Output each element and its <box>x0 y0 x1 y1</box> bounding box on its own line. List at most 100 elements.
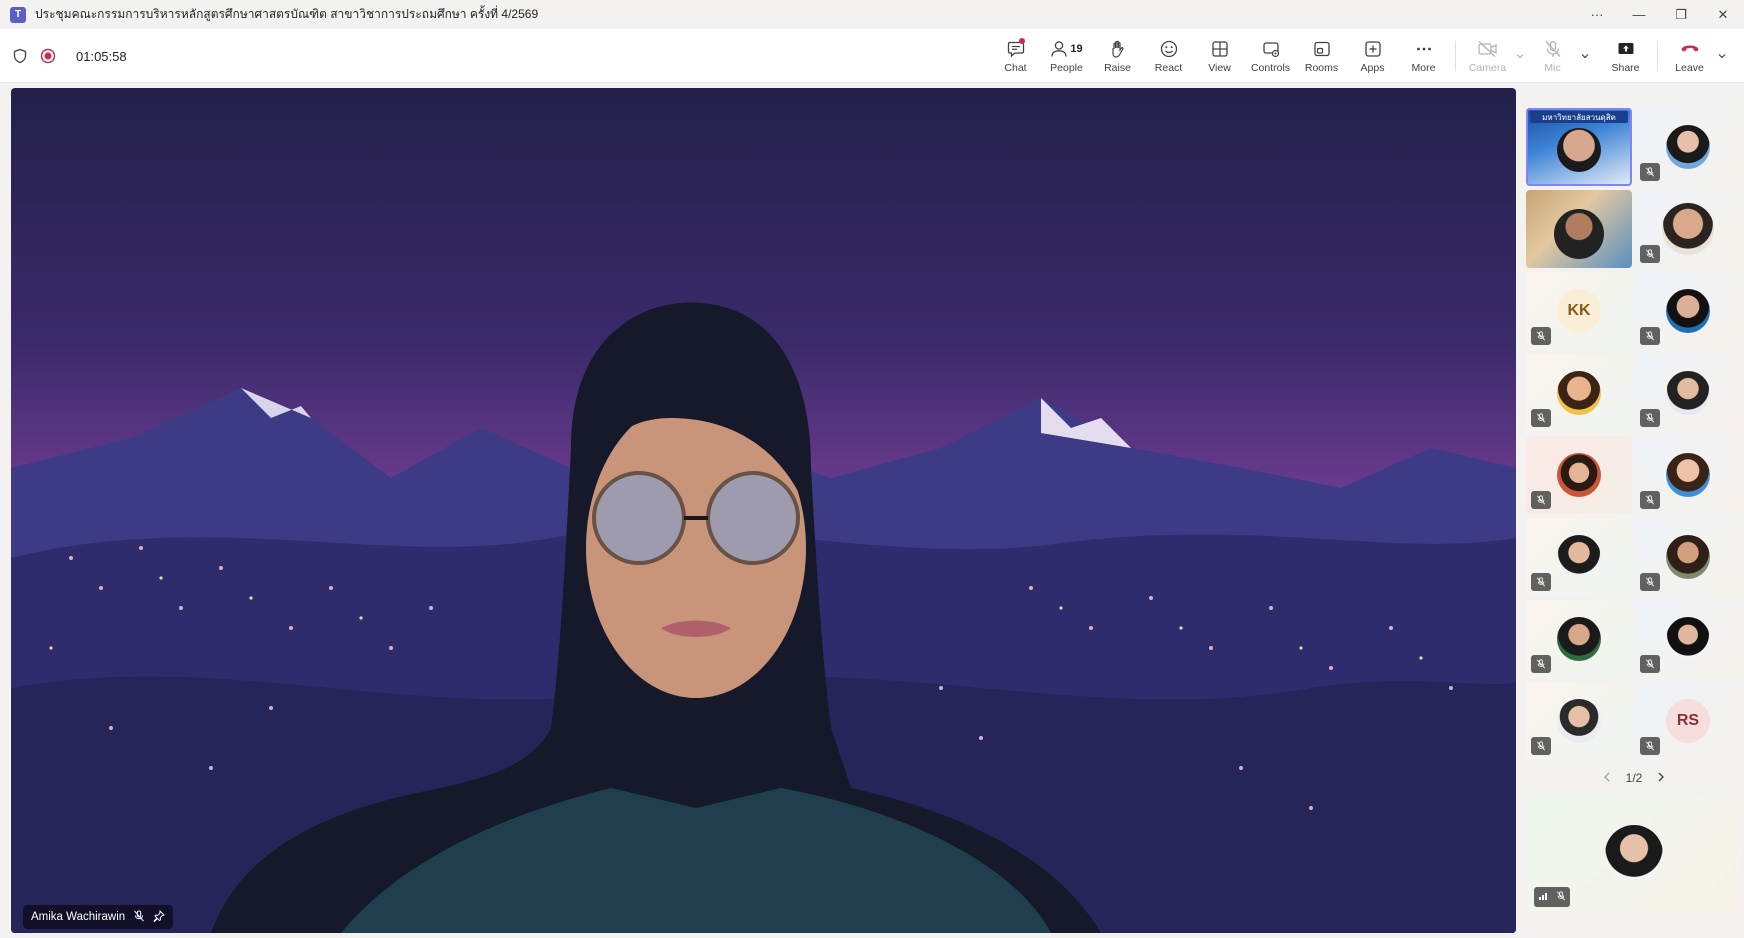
muted-mic-icon <box>1531 409 1551 427</box>
mic-options-chevron-icon[interactable] <box>1578 29 1592 83</box>
window-more-button[interactable]: ··· <box>1576 0 1618 29</box>
self-muted-mic-icon <box>1556 888 1566 906</box>
participant-tile[interactable] <box>1635 108 1741 186</box>
leave-label: Leave <box>1675 62 1704 74</box>
participant-tile[interactable] <box>1635 518 1741 596</box>
pin-icon[interactable] <box>153 909 165 925</box>
grid-view-icon <box>1210 38 1230 60</box>
speaker-mic-off-icon <box>133 910 145 925</box>
speaker-name: Amika Wachirawin <box>31 911 126 923</box>
muted-mic-icon <box>1640 245 1660 263</box>
react-button[interactable]: React <box>1143 29 1194 83</box>
view-button[interactable]: View <box>1194 29 1245 83</box>
muted-mic-icon <box>1640 491 1660 509</box>
avatar-initials: KK <box>1557 289 1601 333</box>
people-button[interactable]: 19 People <box>1041 29 1092 83</box>
window-controls: ··· — ❐ ✕ <box>1576 0 1744 29</box>
avatar <box>1666 371 1710 415</box>
controls-button[interactable]: Controls <box>1245 29 1296 83</box>
avatar <box>1666 617 1710 661</box>
participant-tile[interactable] <box>1526 436 1632 514</box>
participant-tile[interactable] <box>1526 600 1632 678</box>
leave-options-chevron-icon[interactable] <box>1715 29 1729 83</box>
self-avatar <box>1605 825 1663 883</box>
meeting-toolbar: 01:05:58 Chat 19 People Raise React View… <box>0 29 1744 83</box>
hand-icon <box>1108 38 1128 60</box>
participant-tile[interactable] <box>1635 436 1741 514</box>
raise-label: Raise <box>1104 62 1131 74</box>
title-bar: T ประชุมคณะกรรมการบริหารหลักสูตรศึกษาศาส… <box>0 0 1744 29</box>
participant-tile[interactable] <box>1635 190 1741 268</box>
window-title: ประชุมคณะกรรมการบริหารหลักสูตรศึกษาศาสตร… <box>35 7 539 21</box>
restore-button[interactable]: ❐ <box>1660 0 1702 29</box>
main-speaker-video[interactable]: Amika Wachirawin <box>11 88 1516 933</box>
recording-icon <box>40 48 56 64</box>
people-count: 19 <box>1070 43 1083 55</box>
previous-page-chevron-icon[interactable] <box>1602 771 1612 786</box>
mic-button[interactable]: Mic <box>1527 29 1578 83</box>
participant-tile[interactable] <box>1635 272 1741 350</box>
camera-off-icon <box>1477 38 1499 60</box>
participant-tile[interactable]: มหาวิทยาลัยสวนดุสิต <box>1526 108 1632 186</box>
controls-icon <box>1261 38 1281 60</box>
participant-video-face <box>1554 208 1604 259</box>
controls-label: Controls <box>1250 62 1291 74</box>
participant-tile[interactable] <box>1526 518 1632 596</box>
muted-mic-icon <box>1531 655 1551 673</box>
camera-options-chevron-icon[interactable] <box>1513 29 1527 83</box>
apps-button[interactable]: Apps <box>1347 29 1398 83</box>
muted-mic-icon <box>1640 327 1660 345</box>
avatar <box>1557 453 1601 497</box>
avatar <box>1557 617 1601 661</box>
muted-mic-icon <box>1640 573 1660 591</box>
mic-off-icon <box>1543 38 1563 60</box>
participant-tile[interactable] <box>1526 354 1632 432</box>
muted-mic-icon <box>1531 573 1551 591</box>
participant-tile[interactable] <box>1635 600 1741 678</box>
rooms-button[interactable]: Rooms <box>1296 29 1347 83</box>
rooms-icon <box>1312 38 1332 60</box>
avatar <box>1666 453 1710 497</box>
rooms-label: Rooms <box>1304 62 1339 74</box>
participant-grid: มหาวิทยาลัยสวนดุสิต KK RS <box>1526 108 1742 760</box>
speaker-name-tag: Amika Wachirawin <box>23 905 174 929</box>
people-icon-wrap: 19 <box>1050 38 1083 60</box>
participant-tile[interactable]: KK <box>1526 272 1632 350</box>
muted-mic-icon <box>1640 409 1660 427</box>
participant-tile[interactable] <box>1526 190 1632 268</box>
page-indicator: 1/2 <box>1625 771 1643 785</box>
share-label: Share <box>1611 62 1640 74</box>
chat-button[interactable]: Chat <box>990 29 1041 83</box>
self-view-tile[interactable] <box>1526 795 1742 913</box>
minimize-button[interactable]: — <box>1618 0 1660 29</box>
camera-button[interactable]: Camera <box>1462 29 1513 83</box>
close-window-button[interactable]: ✕ <box>1702 0 1744 29</box>
participant-tile[interactable]: RS <box>1635 682 1741 760</box>
mic-label: Mic <box>1544 62 1561 74</box>
next-page-chevron-icon[interactable] <box>1656 771 1666 786</box>
camera-label: Camera <box>1468 62 1507 74</box>
raise-hand-button[interactable]: Raise <box>1092 29 1143 83</box>
avatar <box>1557 699 1601 743</box>
more-button[interactable]: More <box>1398 29 1449 83</box>
toolbar-actions: Chat 19 People Raise React View Controls… <box>990 29 1729 83</box>
shield-icon[interactable] <box>12 48 28 64</box>
background-scene <box>11 302 1516 933</box>
toolbar-separator <box>1455 41 1456 71</box>
muted-mic-icon <box>1640 655 1660 673</box>
signal-bars-icon <box>1538 888 1548 906</box>
avatar <box>1662 203 1714 255</box>
unread-dot <box>1019 38 1025 44</box>
self-status-badges <box>1534 887 1570 907</box>
chat-label: Chat <box>1004 62 1027 74</box>
more-label: More <box>1411 62 1436 74</box>
participant-tile[interactable] <box>1635 354 1741 432</box>
view-label: View <box>1208 62 1231 74</box>
participant-tile[interactable] <box>1526 682 1632 760</box>
avatar-initials: RS <box>1666 699 1710 743</box>
share-button[interactable]: Share <box>1600 29 1651 83</box>
add-apps-icon <box>1363 38 1383 60</box>
hang-up-icon <box>1679 38 1701 60</box>
meeting-timer: 01:05:58 <box>76 48 127 64</box>
leave-button[interactable]: Leave <box>1664 29 1715 83</box>
